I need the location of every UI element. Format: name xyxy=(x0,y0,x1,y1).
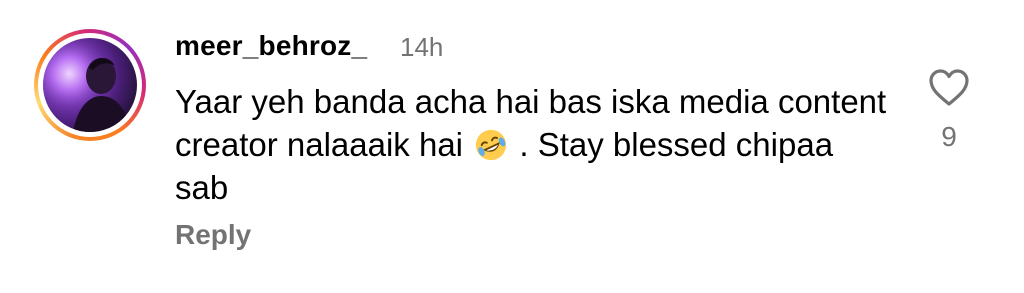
avatar-photo xyxy=(43,38,137,132)
comment-timestamp: 14h xyxy=(400,32,444,62)
like-count: 9 xyxy=(941,121,957,152)
avatar xyxy=(43,38,137,132)
rolling-on-floor-laughing-emoji xyxy=(476,129,507,161)
avatar-story-ring[interactable] xyxy=(34,29,146,141)
like-button[interactable] xyxy=(928,68,970,108)
comment-username[interactable]: meer_behroz_ xyxy=(175,30,367,62)
comment-text: Yaar yeh banda acha hai bas iska media c… xyxy=(175,80,895,209)
reply-button[interactable]: Reply xyxy=(175,219,251,251)
heart-outline-icon xyxy=(929,69,969,106)
